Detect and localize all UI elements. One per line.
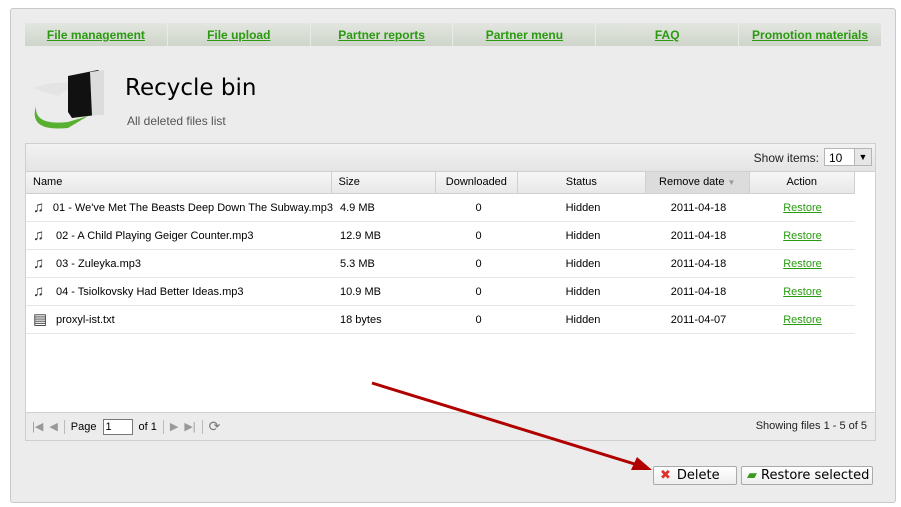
annotation-arrow xyxy=(371,381,652,470)
